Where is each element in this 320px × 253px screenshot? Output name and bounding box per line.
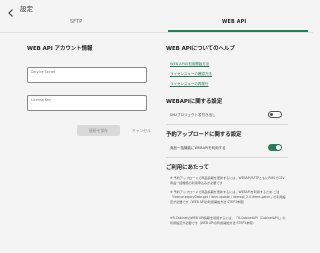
toggle-knob (270, 113, 273, 116)
cancel-button[interactable]: キャンセル (132, 128, 151, 134)
sku-option-label: SKUプロジェクト名付き出し (170, 113, 216, 117)
service-secret-label: Service Secret (31, 70, 56, 74)
sku-option-toggle[interactable] (268, 111, 282, 118)
notes-heading: ご利用にあたって (166, 165, 209, 171)
title-bar: 設定 (0, 0, 313, 17)
tab-web-api[interactable]: WEB API (222, 20, 246, 25)
note-paragraph: ※ 予約アップロードで商品情報を更新するには、WEBAPIを利用するため ご注「… (170, 190, 286, 204)
tab-bar: SFTP WEB API (0, 16, 313, 33)
account-info-heading: WEB API アカウント情報 (27, 46, 93, 52)
license-key-field[interactable]: License Key (27, 95, 147, 111)
active-tab-indicator (168, 30, 308, 32)
webapi-settings-heading: WEBAPIに関する設定 (166, 99, 223, 105)
tab-sftp[interactable]: SFTP (70, 20, 82, 25)
bulk-webapi-option-label: 商品一括機能にWEBAPIを利用する (170, 146, 226, 150)
license-key-label: License Key (31, 98, 52, 102)
divider (166, 124, 288, 125)
save-connection-button[interactable]: 接続を保存 (77, 125, 120, 136)
reservation-settings-heading: 予約アップロードに関する設定 (166, 132, 242, 138)
help-link-license-check[interactable]: ライセンスキーの確認方法 (170, 72, 212, 77)
bulk-webapi-toggle[interactable] (268, 144, 282, 151)
help-heading: WEB APIについてのヘルプ (166, 46, 235, 52)
help-link-getting-started[interactable]: WEB APIの利用開始方法 (170, 62, 209, 67)
note-paragraph: ※R-CabinetのWEB API情報を利用するには、「R-CabinetAP… (170, 216, 286, 225)
note-paragraph: ※ 予約アップロードで商品情報を更新するには、WEBAPI/SFTPともにRMS… (170, 176, 285, 185)
divider (166, 157, 288, 158)
page-title: 設定 (20, 5, 33, 13)
service-secret-field[interactable]: Service Secret (27, 67, 147, 83)
back-arrow-icon[interactable] (6, 3, 16, 17)
toggle-knob (276, 145, 281, 150)
help-link-license-reissue[interactable]: ライセンスキーの再発行 (170, 82, 208, 87)
